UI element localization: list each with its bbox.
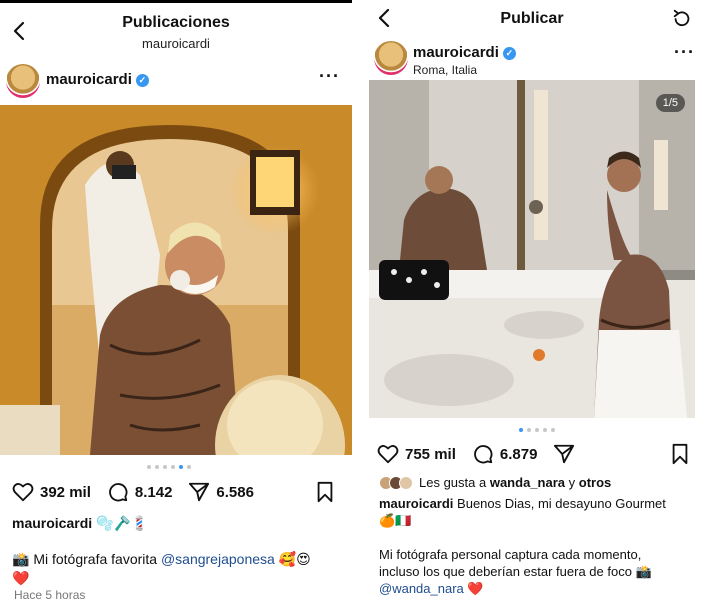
avatar[interactable] (6, 64, 40, 98)
like-count: 755 mil (405, 445, 456, 463)
share-icon (554, 444, 575, 464)
post-timestamp: Hace 5 horas (14, 588, 86, 600)
carousel-counter: 1/5 (655, 94, 685, 112)
photo-illustration (0, 105, 352, 455)
post-username[interactable]: mauroicardi ✓ (413, 44, 516, 61)
post-actions: 392 mil 8.142 6.586 (12, 481, 342, 503)
caption-secondary: Mi fotógrafa personal captura cada momen… (379, 547, 652, 597)
avatar[interactable] (374, 41, 408, 75)
bookmark-icon (317, 481, 333, 503)
liked-by-avatars (379, 475, 413, 490)
page-subtitle: mauroicardi (142, 36, 210, 51)
top-nav: Publicaciones mauroicardi (0, 3, 352, 58)
caption-username[interactable]: mauroicardi (12, 515, 92, 531)
share-button[interactable]: 6.586 (188, 481, 254, 503)
save-button[interactable] (314, 481, 342, 503)
comment-icon (474, 445, 493, 464)
comment-count: 6.879 (499, 445, 538, 463)
post-photo[interactable] (0, 105, 352, 455)
liked-by-others[interactable]: otros (579, 475, 612, 490)
share-button[interactable] (553, 443, 581, 465)
caption-username[interactable]: mauroicardi (379, 496, 453, 511)
share-icon (189, 482, 210, 502)
comment-icon (109, 483, 128, 502)
caption-text: Buenos Dias, mi desayuno Gourmet (457, 496, 666, 511)
caption-secondary: 📸 Mi fotógrafa favorita @sangrejaponesa … (12, 551, 311, 587)
more-icon[interactable]: ··· (674, 42, 695, 63)
page-title: Publicaciones (122, 14, 230, 31)
like-button[interactable]: 755 mil (377, 443, 456, 465)
like-count: 392 mil (40, 483, 91, 501)
carousel-dots (147, 465, 191, 469)
post-actions: 755 mil 6.879 (377, 443, 697, 465)
liked-by-user[interactable]: wanda_nara (490, 475, 565, 490)
right-post-panel: Publicar mauroicardi✓ Roma, Italia ··· (357, 0, 707, 600)
verified-icon: ✓ (135, 74, 149, 87)
heart-icon (12, 483, 34, 502)
refresh-icon[interactable] (671, 8, 693, 30)
mention-link[interactable]: @wanda_nara (379, 581, 464, 596)
comment-button[interactable]: 8.142 (107, 481, 173, 503)
caption: mauroicardi Buenos Dias, mi desayuno Gou… (379, 495, 699, 530)
page-title: Publicar (500, 10, 564, 27)
post-username[interactable]: mauroicardi ✓ (46, 71, 149, 88)
carousel-dots (519, 428, 555, 432)
caption-emojis: 🍊🇮🇹 (379, 514, 412, 529)
caption-emojis: 🫧🪒💈 (96, 516, 149, 532)
post-header: mauroicardi ✓ ··· (0, 58, 352, 102)
top-nav: Publicar (357, 0, 707, 58)
comment-count: 8.142 (134, 483, 173, 501)
share-count: 6.586 (216, 483, 254, 501)
left-post-panel: Publicaciones mauroicardi mauroicardi ✓ ·… (0, 0, 352, 600)
heart-icon (377, 445, 399, 464)
post-location[interactable]: Roma, Italia (413, 63, 477, 77)
save-button[interactable] (669, 443, 697, 465)
liked-by: Les gusta a wanda_nara y otros (379, 475, 611, 490)
post-photo[interactable]: 1/5 (369, 80, 695, 418)
caption: mauroicardi 🫧🪒💈 (12, 515, 148, 532)
comment-button[interactable]: 6.879 (472, 443, 538, 465)
like-button[interactable]: 392 mil (12, 481, 91, 503)
bookmark-icon (672, 443, 688, 465)
verified-icon: ✓ (502, 47, 516, 60)
caption-text: Mi fotógrafa favorita (33, 551, 158, 567)
more-icon[interactable]: ··· (319, 66, 340, 87)
mention-link[interactable]: @sangrejaponesa (161, 551, 275, 567)
photo-illustration (369, 80, 695, 418)
